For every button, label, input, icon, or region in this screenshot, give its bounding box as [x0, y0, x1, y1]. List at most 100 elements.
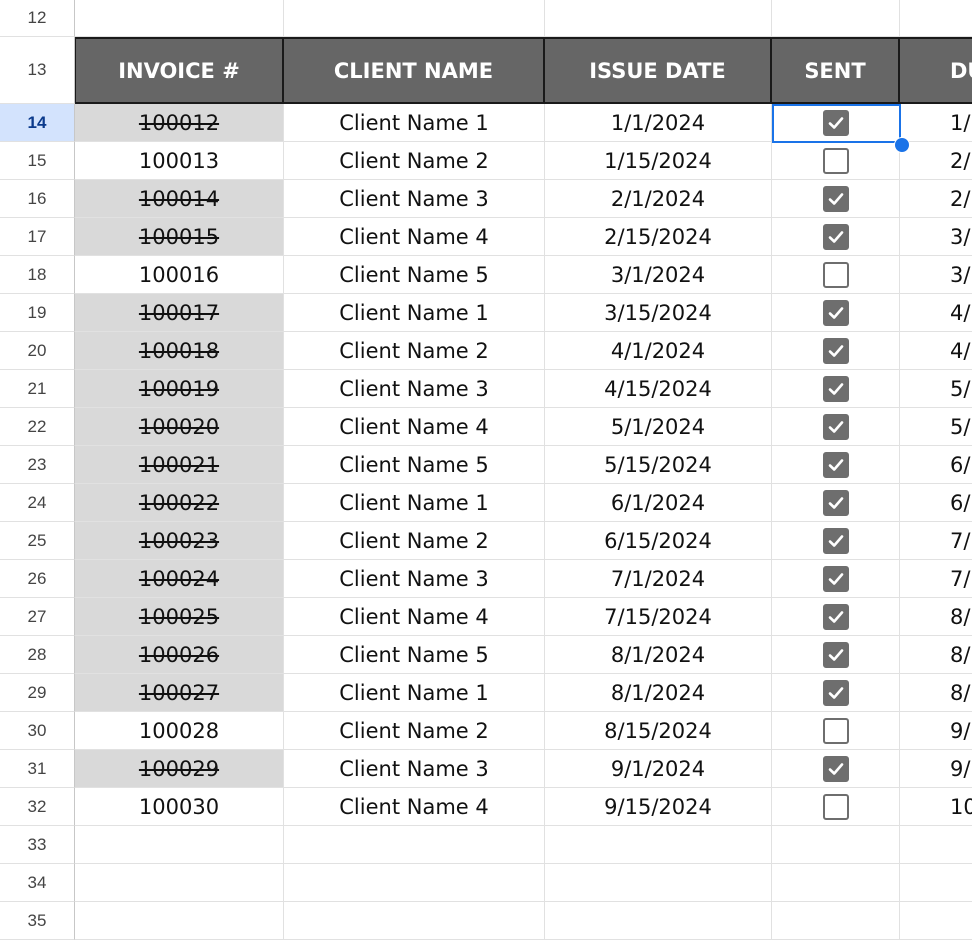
fill-handle[interactable] [894, 137, 910, 153]
due-date-cell[interactable]: 7/ [900, 560, 972, 598]
issue-date-cell[interactable]: 5/1/2024 [545, 408, 772, 446]
due-date-cell[interactable]: 4/ [900, 294, 972, 332]
sent-cell[interactable] [772, 674, 900, 712]
client-name-cell[interactable]: Client Name 1 [284, 674, 545, 712]
cell[interactable] [75, 826, 284, 864]
row-header[interactable]: 22 [0, 408, 75, 446]
issue-date-cell[interactable]: 8/15/2024 [545, 712, 772, 750]
row-header[interactable]: 18 [0, 256, 75, 294]
sent-cell[interactable] [772, 712, 900, 750]
cell[interactable] [284, 864, 545, 902]
due-date-cell[interactable]: 7/ [900, 522, 972, 560]
issue-date-cell[interactable]: 6/1/2024 [545, 484, 772, 522]
row-header[interactable]: 14 [0, 104, 75, 142]
invoice-number-cell[interactable]: 100013 [75, 142, 284, 180]
sent-cell[interactable] [772, 332, 900, 370]
invoice-number-cell[interactable]: 100012 [75, 104, 284, 142]
cell[interactable] [772, 902, 900, 940]
row-header[interactable]: 23 [0, 446, 75, 484]
cell[interactable] [75, 864, 284, 902]
client-name-cell[interactable]: Client Name 2 [284, 142, 545, 180]
client-name-cell[interactable]: Client Name 3 [284, 560, 545, 598]
invoice-number-cell[interactable]: 100029 [75, 750, 284, 788]
client-name-cell[interactable]: Client Name 2 [284, 712, 545, 750]
client-name-cell[interactable]: Client Name 5 [284, 446, 545, 484]
sent-checkbox[interactable] [822, 679, 849, 706]
issue-date-cell[interactable]: 1/1/2024 [545, 104, 772, 142]
invoice-number-cell[interactable]: 100015 [75, 218, 284, 256]
invoice-number-cell[interactable]: 100023 [75, 522, 284, 560]
column-header-due[interactable]: DU [900, 37, 972, 104]
cell[interactable] [772, 826, 900, 864]
issue-date-cell[interactable]: 3/1/2024 [545, 256, 772, 294]
client-name-cell[interactable]: Client Name 4 [284, 218, 545, 256]
issue-date-cell[interactable]: 7/15/2024 [545, 598, 772, 636]
sent-cell[interactable] [772, 218, 900, 256]
client-name-cell[interactable]: Client Name 4 [284, 788, 545, 826]
invoice-number-cell[interactable]: 100019 [75, 370, 284, 408]
column-header-sent[interactable]: SENT [772, 37, 900, 104]
row-header[interactable]: 29 [0, 674, 75, 712]
cell[interactable] [545, 0, 772, 37]
issue-date-cell[interactable]: 6/15/2024 [545, 522, 772, 560]
column-header-client-name[interactable]: CLIENT NAME [284, 37, 545, 104]
sent-checkbox[interactable] [822, 451, 849, 478]
client-name-cell[interactable]: Client Name 2 [284, 522, 545, 560]
sent-checkbox[interactable] [822, 147, 849, 174]
invoice-number-cell[interactable]: 100016 [75, 256, 284, 294]
cell[interactable] [900, 826, 972, 864]
due-date-cell[interactable]: 10 [900, 788, 972, 826]
column-header-invoice[interactable]: INVOICE # [75, 37, 284, 104]
invoice-number-cell[interactable]: 100014 [75, 180, 284, 218]
sent-cell[interactable] [772, 484, 900, 522]
due-date-cell[interactable]: 8/ [900, 598, 972, 636]
client-name-cell[interactable]: Client Name 3 [284, 370, 545, 408]
due-date-cell[interactable]: 9/ [900, 712, 972, 750]
cell[interactable] [900, 0, 972, 37]
cell[interactable] [284, 826, 545, 864]
sent-cell[interactable] [772, 256, 900, 294]
client-name-cell[interactable]: Client Name 1 [284, 484, 545, 522]
cell[interactable] [772, 864, 900, 902]
sent-cell[interactable] [772, 142, 900, 180]
issue-date-cell[interactable]: 3/15/2024 [545, 294, 772, 332]
sent-checkbox[interactable] [822, 717, 849, 744]
client-name-cell[interactable]: Client Name 2 [284, 332, 545, 370]
cell[interactable] [900, 902, 972, 940]
client-name-cell[interactable]: Client Name 5 [284, 636, 545, 674]
invoice-number-cell[interactable]: 100018 [75, 332, 284, 370]
sent-cell[interactable] [772, 408, 900, 446]
cell[interactable] [284, 902, 545, 940]
row-header[interactable]: 21 [0, 370, 75, 408]
client-name-cell[interactable]: Client Name 1 [284, 104, 545, 142]
sent-checkbox[interactable] [822, 755, 849, 782]
due-date-cell[interactable]: 2/ [900, 142, 972, 180]
sent-cell[interactable] [772, 560, 900, 598]
client-name-cell[interactable]: Client Name 5 [284, 256, 545, 294]
client-name-cell[interactable]: Client Name 1 [284, 294, 545, 332]
sent-cell[interactable] [772, 598, 900, 636]
sent-checkbox[interactable] [822, 489, 849, 516]
row-header[interactable]: 12 [0, 0, 75, 37]
issue-date-cell[interactable]: 8/1/2024 [545, 674, 772, 712]
sent-checkbox[interactable] [822, 185, 849, 212]
client-name-cell[interactable]: Client Name 4 [284, 598, 545, 636]
cell[interactable] [545, 902, 772, 940]
cell[interactable] [284, 0, 545, 37]
issue-date-cell[interactable]: 2/15/2024 [545, 218, 772, 256]
sent-cell[interactable] [772, 788, 900, 826]
row-header[interactable]: 17 [0, 218, 75, 256]
invoice-number-cell[interactable]: 100021 [75, 446, 284, 484]
sent-checkbox[interactable] [822, 223, 849, 250]
invoice-number-cell[interactable]: 100030 [75, 788, 284, 826]
issue-date-cell[interactable]: 9/15/2024 [545, 788, 772, 826]
due-date-cell[interactable]: 3/ [900, 218, 972, 256]
sent-cell[interactable] [772, 370, 900, 408]
sent-cell[interactable] [772, 294, 900, 332]
issue-date-cell[interactable]: 5/15/2024 [545, 446, 772, 484]
sent-checkbox[interactable] [822, 565, 849, 592]
sent-checkbox[interactable] [822, 413, 849, 440]
due-date-cell[interactable]: 2/ [900, 180, 972, 218]
sent-cell[interactable] [772, 636, 900, 674]
issue-date-cell[interactable]: 4/1/2024 [545, 332, 772, 370]
